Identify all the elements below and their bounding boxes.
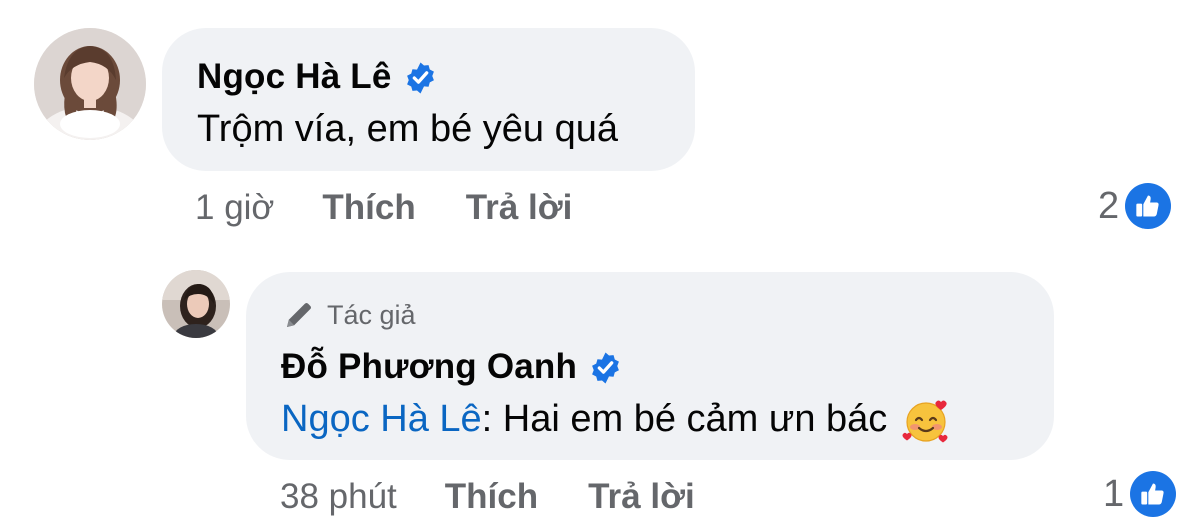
reply-timestamp[interactable]: 38 phút — [280, 477, 397, 517]
reply-reply-button[interactable]: Trả lời — [588, 477, 695, 517]
comment-reply-button[interactable]: Trả lời — [466, 188, 573, 228]
reply-message: Hai em bé cảm ưn bác — [492, 398, 888, 441]
comment-author-name[interactable]: Ngọc Hà Lê — [197, 57, 392, 97]
comment-like-button[interactable]: Thích — [322, 188, 415, 228]
comment-timestamp[interactable]: 1 giờ — [195, 188, 274, 228]
verified-badge-icon — [406, 62, 434, 93]
commenter-avatar[interactable] — [34, 28, 146, 140]
thumbs-up-icon — [1125, 183, 1172, 229]
smiling-face-with-hearts-emoji — [902, 400, 948, 443]
comment-text: Trộm vía, em bé yêu quá — [197, 108, 619, 150]
thumbs-up-icon — [1130, 471, 1177, 517]
comment-reaction-count: 2 — [1098, 184, 1120, 227]
pencil-icon — [287, 303, 311, 327]
mention-link[interactable]: Ngọc Hà Lê — [281, 398, 482, 440]
reply-author-row: Đỗ Phương Oanh — [281, 347, 622, 387]
reply-author-avatar[interactable] — [162, 270, 230, 338]
reply-text: Ngọc Hà Lê: Hai em bé cảm ưn bác — [281, 396, 951, 446]
reply-actions: 38 phút Thích Trả lời — [280, 477, 695, 517]
author-tag-label: Tác giả — [327, 299, 416, 330]
verified-badge-icon — [592, 352, 619, 383]
reply-reactions[interactable]: 1 — [1103, 471, 1177, 517]
mention-separator: : — [481, 398, 493, 441]
author-tag: Tác giả — [281, 297, 416, 333]
reply-reaction-count: 1 — [1103, 472, 1125, 515]
reply-like-button[interactable]: Thích — [445, 477, 538, 517]
comment-author-row: Ngọc Hà Lê — [197, 57, 437, 97]
comment-reactions[interactable]: 2 — [1098, 183, 1172, 229]
comment-actions: 1 giờ Thích Trả lời — [195, 188, 572, 228]
reply-author-name[interactable]: Đỗ Phương Oanh — [281, 347, 577, 387]
